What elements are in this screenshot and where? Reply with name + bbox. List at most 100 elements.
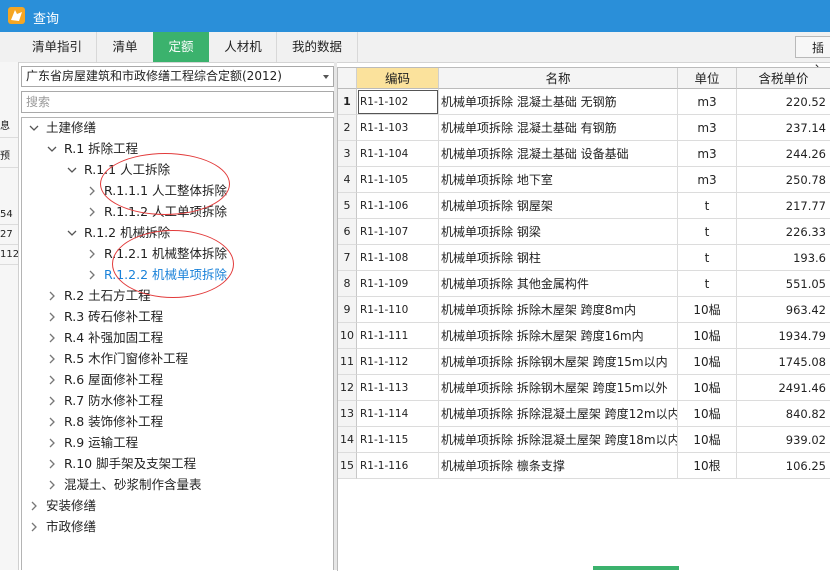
cell-price[interactable]: 237.14 — [737, 115, 830, 141]
cell-name[interactable]: 机械单项拆除 拆除混凝土屋架 跨度12m以内 — [439, 401, 678, 427]
chevron-right-icon[interactable] — [46, 454, 58, 474]
tab-labor-material-machine[interactable]: 人材机 — [210, 32, 277, 62]
chevron-right-icon[interactable] — [46, 286, 58, 306]
cell-price[interactable]: 939.02 — [737, 427, 830, 453]
cell-unit[interactable]: m3 — [678, 141, 737, 167]
cell-code[interactable]: R1-1-112 — [357, 349, 439, 375]
table-row[interactable]: 1 R1-1-102 机械单项拆除 混凝土基础 无钢筋 m3 220.52 — [338, 89, 830, 115]
column-header-name[interactable]: 名称 — [439, 68, 678, 89]
chevron-right-icon[interactable] — [46, 328, 58, 348]
chevron-right-icon[interactable] — [46, 412, 58, 432]
cell-code[interactable]: R1-1-107 — [357, 219, 439, 245]
chevron-right-icon[interactable] — [86, 244, 98, 264]
table-row[interactable]: 8 R1-1-109 机械单项拆除 其他金属构件 t 551.05 — [338, 271, 830, 297]
chevron-right-icon[interactable] — [46, 391, 58, 411]
cell-unit[interactable]: t — [678, 271, 737, 297]
cell-price[interactable]: 551.05 — [737, 271, 830, 297]
cell-name[interactable]: 机械单项拆除 拆除钢木屋架 跨度15m以外 — [439, 375, 678, 401]
cell-code[interactable]: R1-1-103 — [357, 115, 439, 141]
tab-my-data[interactable]: 我的数据 — [277, 32, 358, 62]
chevron-right-icon[interactable] — [86, 181, 98, 201]
cell-price[interactable]: 1934.79 — [737, 323, 830, 349]
cell-unit[interactable]: t — [678, 245, 737, 271]
table-row[interactable]: 6 R1-1-107 机械单项拆除 钢梁 t 226.33 — [338, 219, 830, 245]
cell-name[interactable]: 机械单项拆除 钢屋架 — [439, 193, 678, 219]
chevron-down-icon[interactable] — [46, 139, 58, 159]
cell-name[interactable]: 机械单项拆除 拆除钢木屋架 跨度15m以内 — [439, 349, 678, 375]
cell-name[interactable]: 机械单项拆除 檩条支撑 — [439, 453, 678, 479]
cell-unit[interactable]: t — [678, 219, 737, 245]
cell-unit[interactable]: 10榀 — [678, 349, 737, 375]
tab-list-guide[interactable]: 清单指引 — [18, 32, 97, 62]
tab-list[interactable]: 清单 — [97, 32, 154, 62]
chevron-down-icon[interactable] — [323, 75, 329, 79]
cell-code[interactable]: R1-1-113 — [357, 375, 439, 401]
chevron-down-icon[interactable] — [66, 223, 78, 243]
chevron-right-icon[interactable] — [46, 307, 58, 327]
table-row[interactable]: 11 R1-1-112 机械单项拆除 拆除钢木屋架 跨度15m以内 10榀 1745.0… — [338, 349, 830, 375]
cell-name[interactable]: 机械单项拆除 拆除木屋架 跨度16m内 — [439, 323, 678, 349]
table-row[interactable]: 14 R1-1-115 机械单项拆除 拆除混凝土屋架 跨度18m以内 10榀 939.0… — [338, 427, 830, 453]
cell-price[interactable]: 963.42 — [737, 297, 830, 323]
table-row[interactable]: 10 R1-1-111 机械单项拆除 拆除木屋架 跨度16m内 10榀 1934.79 — [338, 323, 830, 349]
table-row[interactable]: 13 R1-1-114 机械单项拆除 拆除混凝土屋架 跨度12m以内 10榀 840.8… — [338, 401, 830, 427]
table-row[interactable]: 4 R1-1-105 机械单项拆除 地下室 m3 250.78 — [338, 167, 830, 193]
cell-code[interactable]: R1-1-104 — [357, 141, 439, 167]
column-header-price[interactable]: 含税单价 — [737, 68, 830, 89]
cell-unit[interactable]: 10榀 — [678, 323, 737, 349]
search-input[interactable] — [21, 91, 334, 113]
cell-unit[interactable]: 10榀 — [678, 401, 737, 427]
cell-price[interactable]: 250.78 — [737, 167, 830, 193]
cell-name[interactable]: 机械单项拆除 混凝土基础 设备基础 — [439, 141, 678, 167]
cell-code[interactable]: R1-1-105 — [357, 167, 439, 193]
chevron-right-icon[interactable] — [86, 265, 98, 285]
cell-unit[interactable]: m3 — [678, 167, 737, 193]
cell-name[interactable]: 机械单项拆除 地下室 — [439, 167, 678, 193]
chevron-right-icon[interactable] — [28, 496, 40, 516]
cell-price[interactable]: 217.77 — [737, 193, 830, 219]
chevron-right-icon[interactable] — [46, 349, 58, 369]
cell-price[interactable]: 840.82 — [737, 401, 830, 427]
cell-code[interactable]: R1-1-116 — [357, 453, 439, 479]
cell-price[interactable]: 1745.08 — [737, 349, 830, 375]
cell-unit[interactable]: m3 — [678, 115, 737, 141]
chevron-down-icon[interactable] — [28, 118, 40, 138]
chevron-down-icon[interactable] — [66, 160, 78, 180]
chevron-right-icon[interactable] — [46, 370, 58, 390]
table-row[interactable]: 7 R1-1-108 机械单项拆除 钢柱 t 193.6 — [338, 245, 830, 271]
table-row[interactable]: 5 R1-1-106 机械单项拆除 钢屋架 t 217.77 — [338, 193, 830, 219]
cell-code[interactable]: R1-1-115 — [357, 427, 439, 453]
cell-unit[interactable]: 10榀 — [678, 375, 737, 401]
cell-name[interactable]: 机械单项拆除 混凝土基础 有钢筋 — [439, 115, 678, 141]
cell-price[interactable]: 226.33 — [737, 219, 830, 245]
cell-name[interactable]: 机械单项拆除 拆除混凝土屋架 跨度18m以内 — [439, 427, 678, 453]
cell-name[interactable]: 机械单项拆除 钢梁 — [439, 219, 678, 245]
column-header-unit[interactable]: 单位 — [678, 68, 737, 89]
cell-unit[interactable]: 10榀 — [678, 297, 737, 323]
cell-code[interactable]: R1-1-106 — [357, 193, 439, 219]
table-row[interactable]: 3 R1-1-104 机械单项拆除 混凝土基础 设备基础 m3 244.26 — [338, 141, 830, 167]
cell-code[interactable]: R1-1-111 — [357, 323, 439, 349]
table-row[interactable]: 12 R1-1-113 机械单项拆除 拆除钢木屋架 跨度15m以外 10榀 2491.4… — [338, 375, 830, 401]
chevron-right-icon[interactable] — [46, 433, 58, 453]
cell-price[interactable]: 193.6 — [737, 245, 830, 271]
cell-code[interactable]: R1-1-109 — [357, 271, 439, 297]
cell-unit[interactable]: 10根 — [678, 453, 737, 479]
cell-name[interactable]: 机械单项拆除 混凝土基础 无钢筋 — [439, 89, 678, 115]
cell-unit[interactable]: t — [678, 193, 737, 219]
bottom-scroll-indicator[interactable] — [593, 566, 679, 570]
cell-name[interactable]: 机械单项拆除 钢柱 — [439, 245, 678, 271]
cell-unit[interactable]: 10榀 — [678, 427, 737, 453]
chevron-right-icon[interactable] — [28, 517, 40, 537]
tab-quota[interactable]: 定额 — [153, 32, 209, 62]
column-header-code[interactable]: 编码 — [357, 68, 439, 89]
quota-library-select[interactable]: 广东省房屋建筑和市政修缮工程综合定额(2012) — [21, 66, 334, 87]
cell-price[interactable]: 244.26 — [737, 141, 830, 167]
cell-code[interactable]: R1-1-110 — [357, 297, 439, 323]
table-row[interactable]: 15 R1-1-116 机械单项拆除 檩条支撑 10根 106.25 — [338, 453, 830, 479]
cell-price[interactable]: 2491.46 — [737, 375, 830, 401]
table-row[interactable]: 9 R1-1-110 机械单项拆除 拆除木屋架 跨度8m内 10榀 963.42 — [338, 297, 830, 323]
cell-code[interactable]: R1-1-108 — [357, 245, 439, 271]
cell-code[interactable]: R1-1-114 — [357, 401, 439, 427]
chevron-right-icon[interactable] — [86, 202, 98, 222]
